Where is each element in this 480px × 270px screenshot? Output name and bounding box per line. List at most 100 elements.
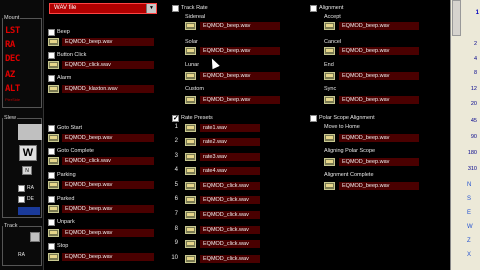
folder-icon[interactable] (48, 157, 59, 165)
alignment-checkbox[interactable] (310, 5, 317, 12)
preset-file-field[interactable]: rate1.wav (200, 124, 260, 132)
parked-checkbox[interactable] (48, 196, 55, 203)
stop-checkbox[interactable] (48, 243, 55, 250)
stop-file-field[interactable]: EQMOD_beep.wav (62, 253, 154, 261)
slew-rate-bar[interactable] (18, 207, 40, 215)
end-file-field[interactable]: EQMOD_beep.wav (339, 72, 419, 80)
unpark-checkbox[interactable] (48, 219, 55, 226)
folder-icon[interactable] (185, 22, 196, 30)
folder-icon[interactable] (48, 38, 59, 46)
move-to-home-file-field[interactable]: EQMOD_beep.wav (339, 134, 419, 142)
folder-icon[interactable] (324, 47, 335, 55)
button-click-file-field[interactable]: EQMOD_click.wav (62, 61, 154, 69)
rate-option[interactable]: 4 (451, 56, 477, 62)
track-rate-checkbox[interactable] (172, 5, 179, 12)
goto-start-file-field[interactable]: EQMOD_beep.wav (62, 134, 154, 142)
track-button[interactable] (30, 232, 40, 242)
rate-option[interactable]: 20 (451, 101, 477, 107)
folder-icon[interactable] (48, 205, 59, 213)
folder-icon[interactable] (48, 181, 59, 189)
folder-icon[interactable] (185, 255, 196, 263)
preset-file-field[interactable]: EQMOD_click.wav (200, 240, 260, 248)
direction-key[interactable]: W (467, 224, 473, 230)
folder-icon[interactable] (185, 182, 196, 190)
folder-icon[interactable] (48, 253, 59, 261)
folder-icon[interactable] (48, 229, 59, 237)
rate-presets-checkbox[interactable] (172, 114, 179, 122)
rate-option[interactable]: 310 (451, 166, 477, 172)
rate-option[interactable]: 12 (451, 86, 477, 92)
beep-file-field[interactable]: EQMOD_beep.wav (62, 38, 154, 46)
preset-file-field[interactable]: EQMOD_click.wav (200, 255, 260, 263)
direction-key[interactable]: X (467, 252, 471, 258)
direction-key[interactable]: S (467, 196, 471, 202)
folder-icon[interactable] (185, 72, 196, 80)
sidereal-file-field[interactable]: EQMOD_beep.wav (200, 22, 280, 30)
cancel-label: Cancel (324, 39, 342, 45)
de-reverse-checkbox[interactable] (18, 196, 25, 203)
accept-file-field[interactable]: EQMOD_beep.wav (339, 22, 419, 30)
preset-file-field[interactable]: rate2.wav (200, 138, 260, 146)
button-click-checkbox[interactable] (48, 52, 55, 59)
parked-file-field[interactable]: EQMOD_beep.wav (62, 205, 154, 213)
folder-icon[interactable] (185, 240, 196, 248)
parking-file-field[interactable]: EQMOD_beep.wav (62, 181, 154, 189)
rate-option[interactable]: 90 (451, 134, 477, 140)
goto-complete-checkbox[interactable] (48, 148, 55, 155)
preset-file-field[interactable]: EQMOD_click.wav (200, 211, 260, 219)
folder-icon[interactable] (185, 226, 196, 234)
folder-icon[interactable] (324, 96, 335, 104)
preset-file-field[interactable]: EQMOD_click.wav (200, 196, 260, 204)
folder-icon[interactable] (185, 211, 196, 219)
rate-option[interactable]: 8 (451, 70, 477, 76)
folder-icon[interactable] (185, 138, 196, 146)
polar-scope-checkbox[interactable] (310, 115, 317, 122)
scrollbar[interactable] (452, 0, 461, 36)
rate-option[interactable]: 45 (451, 118, 477, 124)
rate-option[interactable]: 180 (451, 150, 477, 156)
direction-key[interactable]: N (467, 182, 471, 188)
custom-file-field[interactable]: EQMOD_beep.wav (200, 96, 280, 104)
folder-icon[interactable] (324, 134, 335, 142)
preset-file-field[interactable]: EQMOD_click.wav (200, 226, 260, 234)
folder-icon[interactable] (185, 167, 196, 175)
rate-option[interactable]: 2 (451, 41, 477, 47)
beep-checkbox[interactable] (48, 29, 55, 36)
ra-reverse-checkbox[interactable] (18, 185, 25, 192)
folder-icon[interactable] (48, 85, 59, 93)
cancel-file-field[interactable]: EQMOD_beep.wav (339, 47, 419, 55)
folder-icon[interactable] (185, 153, 196, 161)
slew-pad-top[interactable] (18, 124, 42, 140)
preset-file-field[interactable]: rate3.wav (200, 153, 260, 161)
folder-icon[interactable] (324, 22, 335, 30)
preset-index: 6 (174, 196, 178, 202)
folder-icon[interactable] (324, 158, 335, 166)
lunar-file-field[interactable]: EQMOD_beep.wav (200, 72, 280, 80)
preset-file-field[interactable]: EQMOD_click.wav (200, 182, 260, 190)
alignment-complete-file-field[interactable]: EQMOD_beep.wav (339, 182, 419, 190)
folder-icon[interactable] (185, 196, 196, 204)
folder-icon[interactable] (185, 124, 196, 132)
solar-file-field[interactable]: EQMOD_beep.wav (200, 47, 280, 55)
folder-icon[interactable] (324, 182, 335, 190)
goto-start-checkbox[interactable] (48, 125, 55, 132)
aligning-polar-file-field[interactable]: EQMOD_beep.wav (339, 158, 419, 166)
direction-key[interactable]: E (467, 210, 471, 216)
folder-icon[interactable] (324, 72, 335, 80)
alarm-file-field[interactable]: EQMOD_klaxton.wav (62, 85, 154, 93)
sync-file-field[interactable]: EQMOD_beep.wav (339, 96, 419, 104)
direction-key[interactable]: Z (467, 238, 471, 244)
preset-file-field[interactable]: rate4.wav (200, 167, 260, 175)
alarm-checkbox[interactable] (48, 75, 55, 82)
folder-icon[interactable] (185, 47, 196, 55)
unpark-file-field[interactable]: EQMOD_beep.wav (62, 229, 154, 237)
parking-checkbox[interactable] (48, 172, 55, 179)
folder-icon[interactable] (48, 61, 59, 69)
folder-icon[interactable] (48, 134, 59, 142)
folder-icon[interactable] (185, 96, 196, 104)
slew-north-button[interactable]: N (22, 166, 32, 175)
sound-mode-dropdown[interactable]: WAV file ▼ (49, 3, 157, 14)
chevron-down-icon[interactable]: ▼ (146, 4, 156, 13)
goto-complete-file-field[interactable]: EQMOD_click.wav (62, 157, 154, 165)
slew-west-button[interactable]: W (19, 145, 37, 161)
